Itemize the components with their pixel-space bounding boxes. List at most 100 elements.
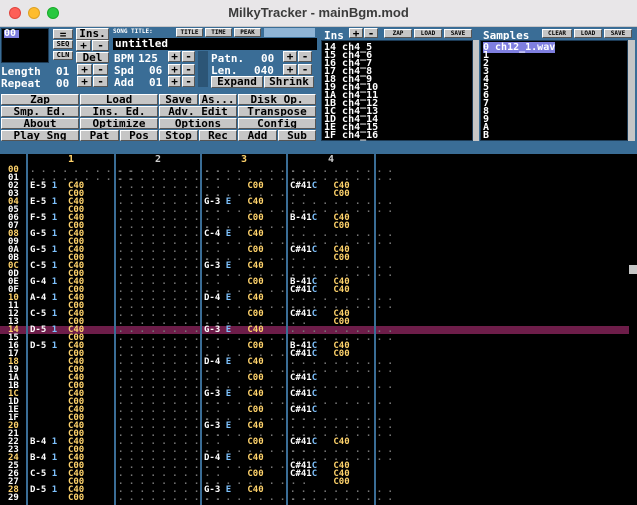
channel-header-2[interactable]: 2 [116,154,200,165]
load-button[interactable]: Load [80,94,158,105]
channel-separator [200,154,202,505]
window-title: MilkyTracker - mainBgm.mod [228,5,409,20]
shrink-button[interactable]: Shrink [264,76,314,88]
instrument-save-button[interactable]: SAVE [444,29,472,38]
time-button[interactable]: TIME [205,28,232,37]
len-label: Len. [211,64,238,77]
title-bar: MilkyTracker - mainBgm.mod [0,0,637,27]
song-title-field[interactable]: untitled [113,38,317,50]
pattern-vertical-scrollbar[interactable] [629,165,637,505]
sample-list-scrollbar[interactable] [628,40,635,141]
spd-minus-button[interactable]: - [182,64,195,75]
patn-minus-button[interactable]: - [298,51,312,62]
stop-button[interactable]: Stop [159,130,198,141]
cln-button[interactable]: CLN [53,51,73,60]
instrument-minus-button[interactable]: - [364,28,378,38]
del-button[interactable]: Del [76,52,109,63]
spd-label: Spd [114,64,134,77]
pattern-cell[interactable]: . . . . . . . . . . [290,494,393,503]
optimize-button[interactable]: Optimize [80,118,158,129]
instrument-zap-button[interactable]: ZAP [384,29,412,38]
len-plus-button[interactable]: + [283,64,297,75]
about-button[interactable]: About [1,118,79,129]
instrument-plus-button[interactable]: + [349,28,363,38]
repeat-label: Repeat [1,77,41,90]
instrument-editor-button[interactable]: Ins. Ed. [80,106,158,117]
sample-editor-button[interactable]: Smp. Ed. [1,106,79,117]
zap-button[interactable]: Zap [1,94,79,105]
add-plus-button[interactable]: + [168,76,181,87]
play-position-button[interactable]: Pos [120,130,158,141]
channel-header-4[interactable]: 4 [288,154,374,165]
add-label: Add [114,76,134,89]
instrument-load-button[interactable]: LOAD [414,29,442,38]
length-plus-button[interactable]: + [77,64,92,75]
len-minus-button[interactable]: - [298,64,312,75]
instrument-list[interactable]: 14 ch4_5 15 ch4_6 16 ch4_7 17 ch4_8 18 c… [321,40,473,141]
options-button[interactable]: Options [159,118,237,129]
channel-header-1[interactable]: 1 [28,154,114,165]
order-minus-button[interactable]: - [92,40,109,51]
advanced-edit-button[interactable]: Adv. Edit [159,106,237,117]
transpose-button[interactable]: Transpose [238,106,316,117]
milkytracker-window: MilkyTracker - mainBgm.mod 00 = SEQ CLN … [0,0,637,505]
add-minus-button[interactable]: - [182,76,195,87]
length-minus-button[interactable]: - [93,64,108,75]
save-as-button[interactable]: As... [199,94,237,105]
order-list[interactable]: 00 [1,28,49,63]
ins-button[interactable]: Ins. [76,28,109,40]
order-list-item[interactable]: 00 [4,29,19,39]
pattern-scrollbar-thumb[interactable] [629,265,637,274]
sample-list-item[interactable]: 0 ch12_1.wav [483,42,556,53]
patn-plus-button[interactable]: + [283,51,297,62]
pattern-row[interactable]: 1B C00. . . . . . . . . .. . . . . . . .… [0,382,637,391]
save-button[interactable]: Save [159,94,198,105]
pattern-row[interactable]: 19 C00. . . . . . . . . .. . . . . . . .… [0,366,637,375]
repeat-value: 00 [56,77,70,90]
config-button[interactable]: Config [238,118,316,129]
sample-save-button[interactable]: SAVE [604,29,632,38]
record-button[interactable]: Rec [199,130,237,141]
pattern-horizontal-scrollbar[interactable] [0,145,637,154]
patn-value: 00 [261,52,275,65]
bpm-value: 125 [138,52,158,65]
channel-header-3[interactable]: 3 [202,154,286,165]
channel-separator [114,154,116,505]
channel-separator [286,154,288,505]
bpm-plus-button[interactable]: + [168,51,181,62]
play-song-button[interactable]: Play Sng [1,130,79,141]
scope-toggle-strip[interactable] [264,28,315,37]
order-insert-button[interactable]: = [53,29,73,39]
spd-plus-button[interactable]: + [168,64,181,75]
pattern-side-strip [198,51,208,87]
len-value: 040 [254,64,274,77]
expand-button[interactable]: Expand [211,76,263,88]
title-button[interactable]: TITLE [176,28,203,37]
disk-op-button[interactable]: Disk Op. [238,94,316,105]
sample-clear-button[interactable]: CLEAR [542,29,572,38]
add-value: 01 [149,76,163,89]
spd-value: 06 [149,64,163,77]
instrument-list-scrollbar[interactable] [473,40,479,141]
pattern-row[interactable]: 1D C00. . . . . . . . . .. . . . . . . .… [0,398,637,407]
patn-label: Patn. [211,52,245,65]
instrument-list-item[interactable]: 1F ch4_16 [324,131,378,141]
repeat-plus-button[interactable]: + [77,76,92,87]
peak-button[interactable]: PEAK [234,28,261,37]
add-button[interactable]: Add [238,130,277,141]
bpm-minus-button[interactable]: - [182,51,195,62]
pattern-cell[interactable]: C00 [30,494,84,503]
play-pattern-button[interactable]: Pat [80,130,119,141]
sample-load-button[interactable]: LOAD [574,29,602,38]
order-plus-button[interactable]: + [76,40,91,51]
row-number: 29 [8,493,19,503]
pattern-editor[interactable]: 1 2 3 4 00. . . . . . . . . .. . . . . .… [0,145,637,505]
sample-list[interactable]: 0 ch12_1.wav 1 2 3 4 5 6 7 8 9 A B [480,40,628,141]
channel-separator [374,154,376,505]
seq-button[interactable]: SEQ [53,40,73,49]
pattern-row[interactable]: 29 C00. . . . . . . . . .. . . . . . . .… [0,493,637,503]
sample-list-item[interactable]: B [483,131,489,141]
repeat-minus-button[interactable]: - [93,76,108,87]
bpm-label: BPM [114,52,134,65]
sub-button[interactable]: Sub [278,130,316,141]
